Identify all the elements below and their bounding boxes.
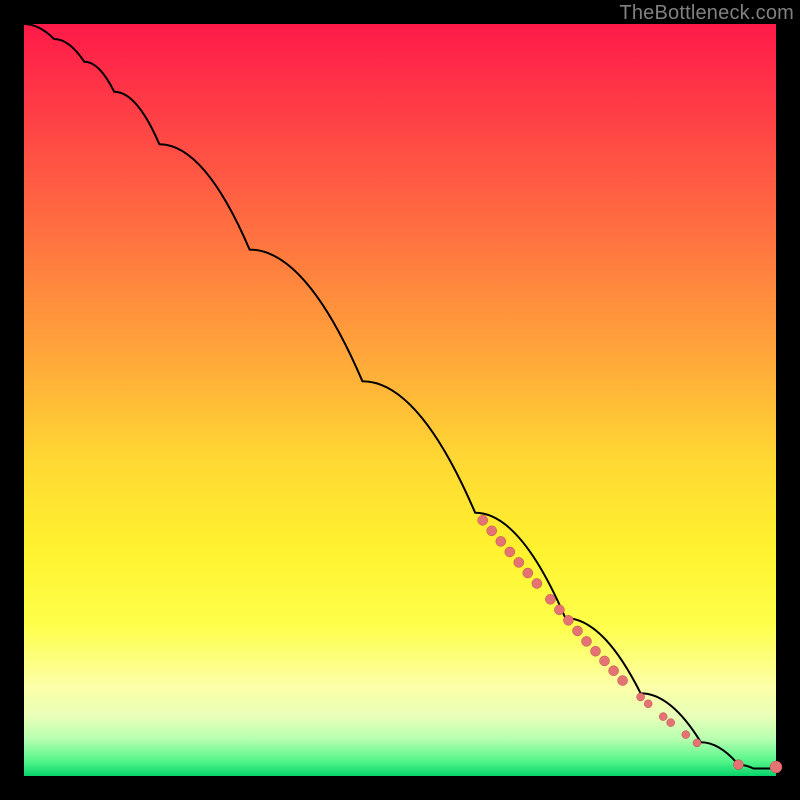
- watermark-text: TheBottleneck.com: [619, 2, 794, 25]
- data-point: [487, 526, 497, 536]
- data-point: [532, 579, 542, 589]
- data-point: [637, 693, 645, 701]
- data-point: [545, 594, 555, 604]
- data-point: [618, 676, 628, 686]
- data-point: [573, 626, 583, 636]
- data-point: [659, 713, 667, 721]
- bottleneck-curve: [24, 24, 776, 769]
- plot-area: [24, 24, 776, 776]
- data-point: [609, 666, 619, 676]
- data-point: [644, 700, 652, 708]
- data-point: [496, 536, 506, 546]
- data-point: [523, 568, 533, 578]
- data-markers: [478, 515, 782, 773]
- chart-svg: [24, 24, 776, 776]
- data-point: [478, 515, 488, 525]
- chart-stage: TheBottleneck.com: [0, 0, 800, 800]
- data-point: [505, 547, 515, 557]
- data-point: [582, 636, 592, 646]
- data-point: [514, 557, 524, 567]
- data-point: [733, 760, 743, 770]
- data-point: [600, 656, 610, 666]
- data-point: [693, 739, 701, 747]
- data-point: [770, 761, 782, 773]
- data-point: [682, 731, 690, 739]
- data-point: [554, 605, 564, 615]
- data-point: [667, 719, 675, 727]
- data-point: [563, 615, 573, 625]
- data-point: [591, 646, 601, 656]
